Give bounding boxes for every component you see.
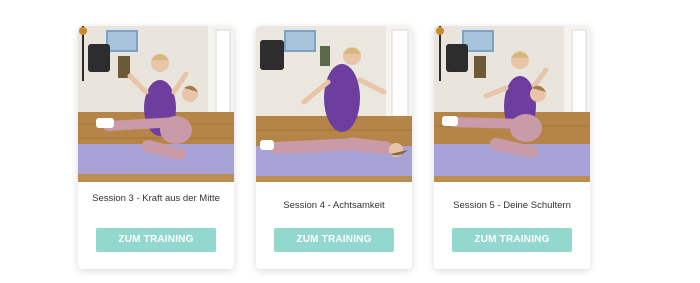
zum-training-button[interactable]: ZUM TRAINING bbox=[452, 228, 572, 252]
zum-training-button[interactable]: ZUM TRAINING bbox=[274, 228, 394, 252]
session-card: Session 5 - Deine Schultern ZUM TRAINING bbox=[434, 26, 590, 269]
session-title: Session 5 - Deine Schultern bbox=[453, 200, 571, 211]
video-thumbnail[interactable] bbox=[434, 26, 590, 182]
video-thumbnail[interactable] bbox=[256, 26, 412, 182]
session-card: Session 4 - Achtsamkeit ZUM TRAINING bbox=[256, 26, 412, 269]
session-title: Session 4 - Achtsamkeit bbox=[283, 200, 385, 211]
video-thumbnail[interactable] bbox=[78, 26, 234, 182]
session-title: Session 3 - Kraft aus der Mitte bbox=[92, 193, 220, 204]
zum-training-button[interactable]: ZUM TRAINING bbox=[96, 228, 216, 252]
session-card: Session 3 - Kraft aus der Mitte ZUM TRAI… bbox=[78, 26, 234, 269]
